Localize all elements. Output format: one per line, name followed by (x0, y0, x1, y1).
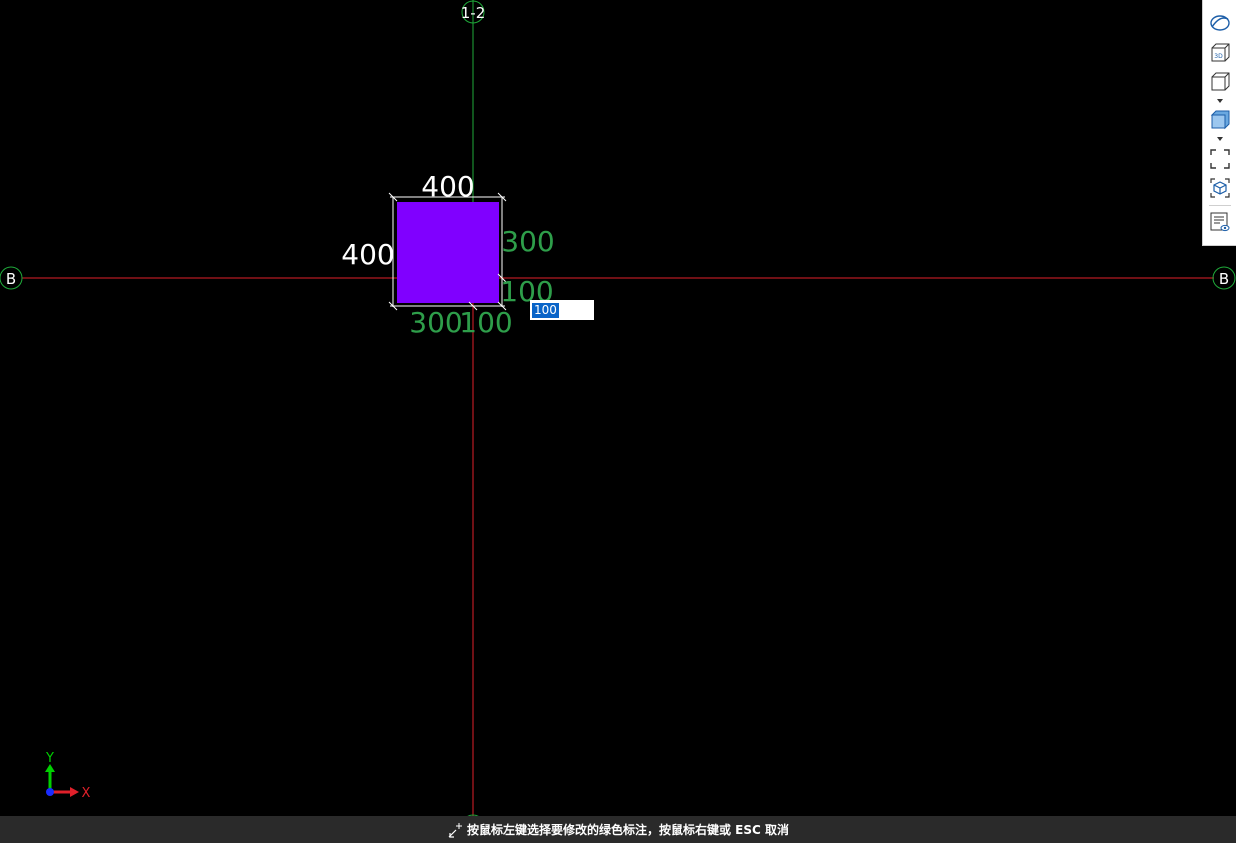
axis-label-left: B (6, 270, 16, 288)
shaded-view-button[interactable] (1207, 106, 1233, 132)
zoom-extents-button[interactable] (1207, 146, 1233, 172)
zoom-object-button[interactable] (1207, 175, 1233, 201)
orbit-button[interactable] (1207, 10, 1233, 36)
canvas-svg[interactable]: 1-2 B B 400 400 300 100 300 100 Y X (0, 0, 1236, 816)
drawing-canvas[interactable]: 1-2 B B 400 400 300 100 300 100 Y X 100 … (0, 0, 1236, 816)
ucs-x-label: X (82, 786, 91, 801)
dim-right-upper[interactable]: 300 (501, 225, 554, 258)
ucs-y-label: Y (45, 751, 54, 766)
display-settings-button[interactable] (1207, 209, 1233, 235)
display-settings-icon (1210, 212, 1230, 232)
axis-label-top: 1-2 (461, 4, 486, 22)
dim-top[interactable]: 400 (421, 170, 474, 203)
status-bar: 按鼠标左键选择要修改的绿色标注，按鼠标右键或 ESC 取消 (0, 816, 1236, 843)
axis-bubble-top[interactable]: 1-2 (461, 0, 486, 24)
3d-view-button[interactable]: 3D (1207, 39, 1233, 65)
dimension-edit-value[interactable]: 100 (532, 302, 559, 318)
view-toolbar: 3D (1202, 0, 1236, 246)
wireframe-view-button[interactable] (1207, 68, 1233, 94)
shaded-cube-icon (1210, 110, 1230, 130)
shaded-dropdown-arrow[interactable] (1217, 137, 1223, 141)
ucs-icon: Y X (45, 751, 91, 801)
dim-left[interactable]: 400 (341, 238, 394, 271)
wireframe-cube-icon (1211, 72, 1230, 91)
axis-bubble-right[interactable]: B (1212, 266, 1236, 290)
zoom-extents-icon (1210, 149, 1230, 169)
wireframe-dropdown-arrow[interactable] (1217, 99, 1223, 103)
pick-cursor-icon (448, 822, 462, 838)
axis-label-right: B (1219, 270, 1229, 288)
dim-bottom-left[interactable]: 300 (409, 306, 462, 339)
status-message: 按鼠标左键选择要修改的绿色标注，按鼠标右键或 ESC 取消 (466, 823, 789, 837)
dimension-edit-input[interactable]: 100 (530, 300, 594, 320)
zoom-object-icon (1210, 178, 1230, 198)
svg-text:3D: 3D (1214, 53, 1223, 60)
dim-bottom-right[interactable]: 100 (459, 306, 512, 339)
3d-view-icon: 3D (1211, 43, 1230, 62)
column-section[interactable] (397, 202, 499, 303)
toolbar-separator (1209, 205, 1231, 206)
orbit-icon (1210, 15, 1230, 31)
axis-bubble-left[interactable]: B (0, 266, 23, 290)
